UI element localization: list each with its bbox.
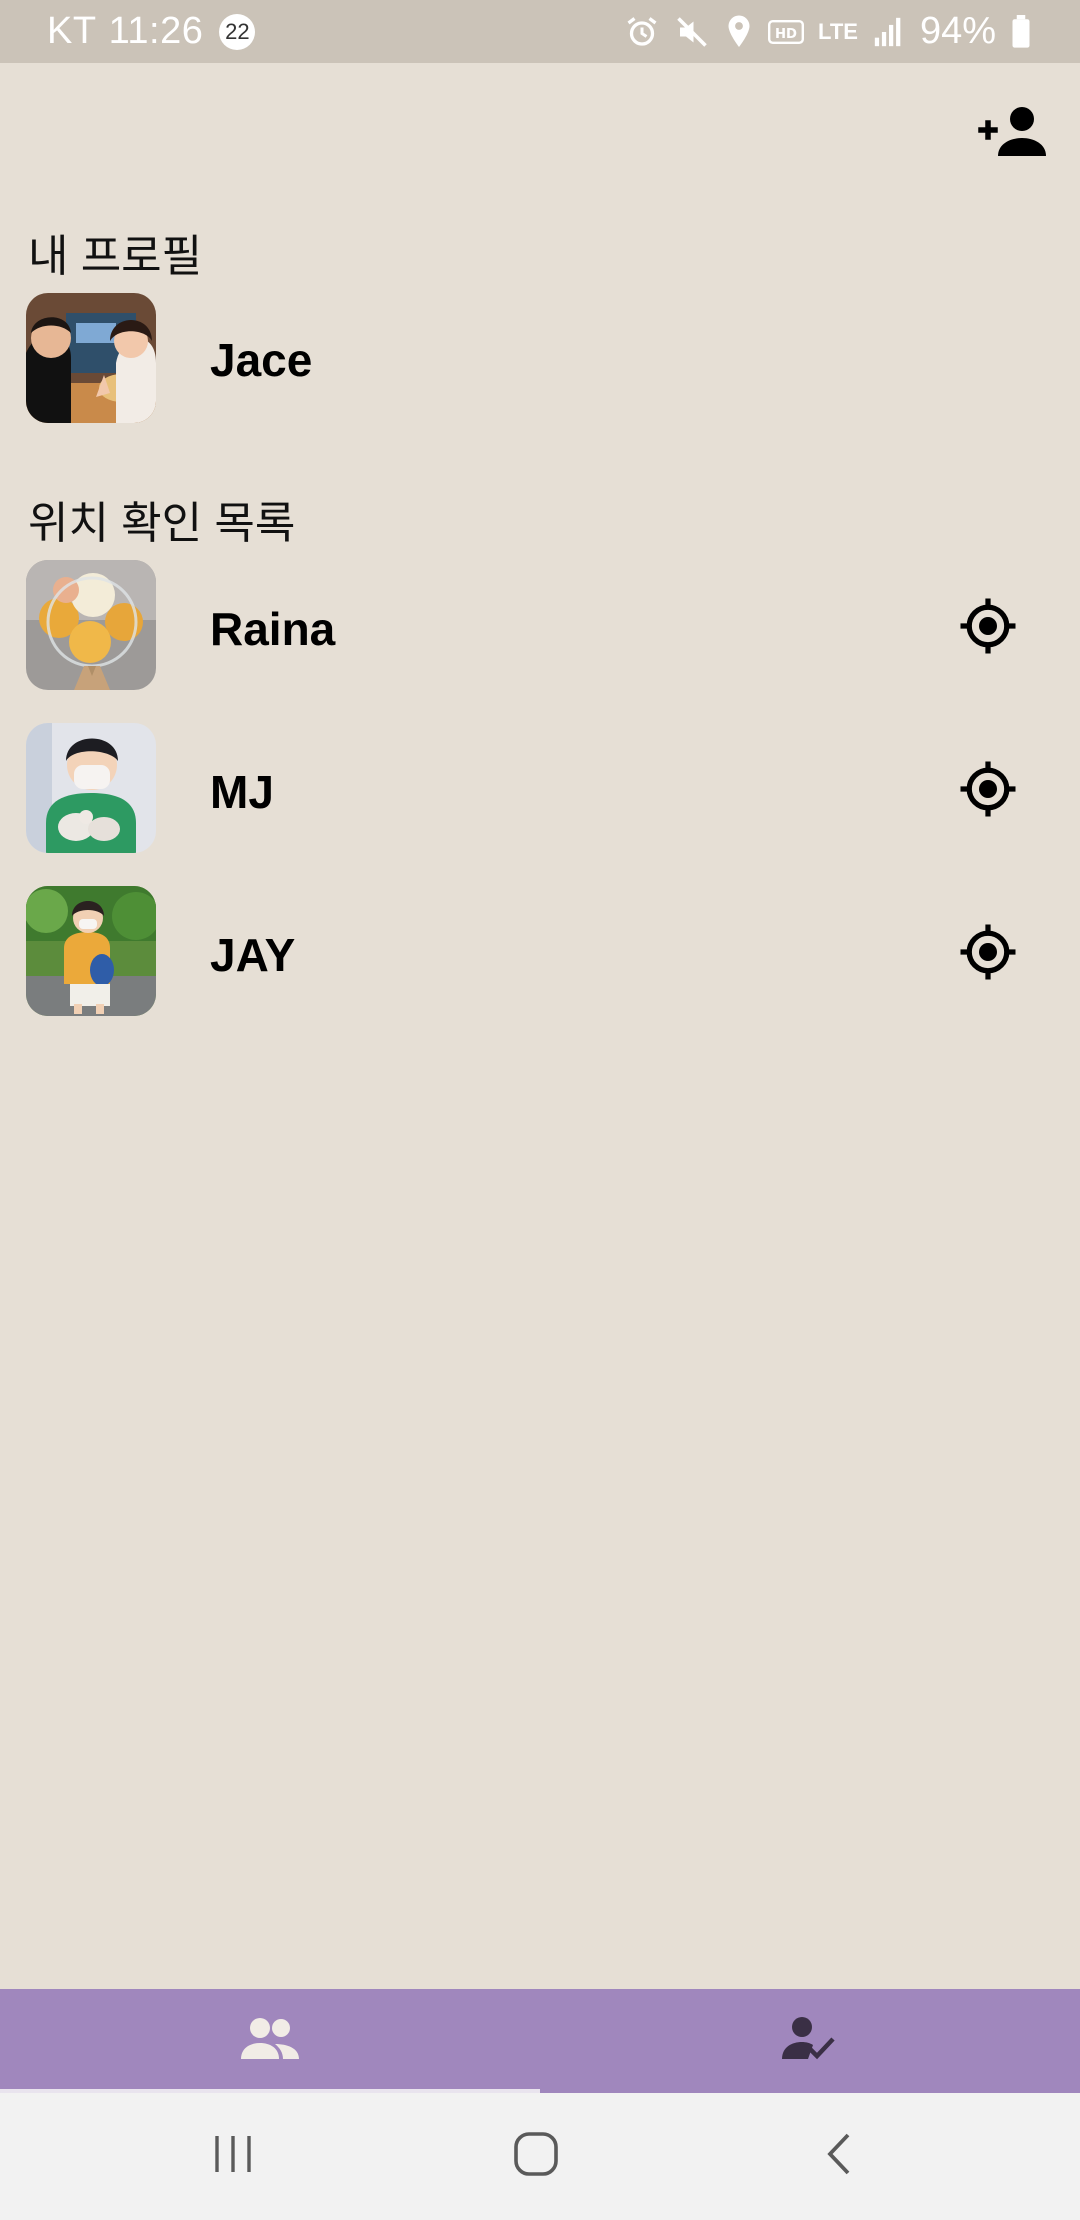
my-profile-title: 내 프로필 — [28, 232, 203, 281]
home-icon — [513, 2131, 559, 2182]
alarm-icon — [624, 14, 660, 50]
locate-button[interactable] — [958, 596, 1018, 656]
list-item[interactable]: MJ — [0, 723, 1080, 863]
people-icon — [239, 2017, 301, 2066]
mute-icon — [674, 14, 710, 50]
battery-icon — [1010, 14, 1032, 49]
svg-text:HD: HD — [775, 27, 797, 42]
status-icons: HD LTE 94% — [624, 0, 1032, 63]
avatar — [26, 886, 156, 1016]
recent-apps-button[interactable] — [173, 2093, 293, 2220]
my-profile-name: Jace — [210, 334, 313, 386]
notification-badge: 22 — [219, 13, 256, 50]
list-item-name: MJ — [210, 766, 274, 818]
list-item[interactable]: JAY — [0, 886, 1080, 1026]
home-button[interactable] — [476, 2093, 596, 2220]
list-item-name: JAY — [210, 929, 296, 981]
add-friend-button[interactable] — [978, 104, 1048, 164]
bottom-nav — [0, 1989, 1080, 2093]
locate-button[interactable] — [958, 922, 1018, 982]
location-icon — [724, 14, 754, 50]
my-location-icon — [958, 596, 1018, 656]
clock: 11:26 — [108, 10, 204, 52]
location-list-title: 위치 확인 목록 — [28, 499, 296, 548]
back-button[interactable] — [779, 2093, 899, 2220]
tab-friends[interactable] — [0, 1989, 540, 2093]
back-icon — [824, 2131, 854, 2182]
list-item-name: Raina — [210, 603, 336, 655]
carrier-label: KT — [47, 10, 97, 52]
avatar — [26, 293, 156, 423]
recent-apps-icon — [211, 2134, 255, 2179]
my-location-icon — [958, 759, 1018, 819]
battery-percent: 94% — [919, 10, 996, 52]
my-location-icon — [958, 922, 1018, 982]
locate-button[interactable] — [958, 759, 1018, 819]
list-item[interactable]: Raina — [0, 560, 1080, 700]
person-check-icon — [782, 2015, 838, 2068]
system-navigation-bar — [0, 2093, 1080, 2220]
avatar — [26, 723, 156, 853]
status-bar: KT 11:26 22 HD LTE 94% — [0, 0, 1080, 63]
lte-icon: LTE — [818, 18, 858, 44]
tab-location-checked[interactable] — [540, 1989, 1080, 2093]
my-profile-row[interactable]: Jace — [0, 293, 1080, 433]
status-left: KT 11:26 22 — [47, 0, 256, 63]
person-add-icon — [978, 107, 1048, 168]
hd-icon: HD — [768, 17, 805, 47]
signal-icon — [872, 15, 906, 49]
avatar — [26, 560, 156, 690]
